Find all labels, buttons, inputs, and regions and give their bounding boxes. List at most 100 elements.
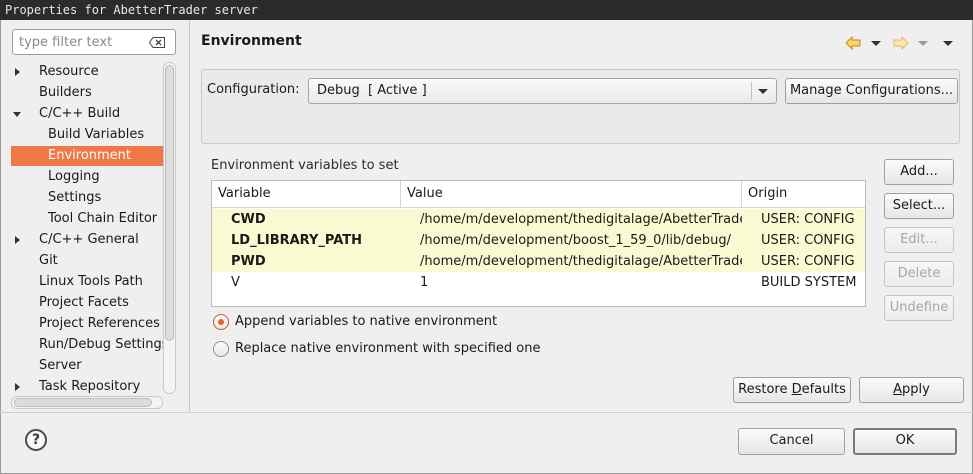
cell-variable: PWD <box>231 254 266 269</box>
restore-label-post: efaults <box>801 382 846 397</box>
append-env-label: Append variables to native environment <box>235 314 498 329</box>
tree-item-label: Task Repository <box>39 379 141 394</box>
tree-item-label: Environment <box>48 148 132 163</box>
cell-value: /home/m/development/thedigitalage/Abette… <box>420 254 742 269</box>
append-env-radio[interactable]: Append variables to native environment <box>213 312 533 332</box>
cell-origin: USER: CONFIG <box>761 212 855 227</box>
tree-item[interactable]: Server <box>11 356 163 376</box>
column-header-origin[interactable]: Origin <box>742 181 865 208</box>
tree-item-label: Build Variables <box>48 127 145 142</box>
help-icon[interactable]: ? <box>25 429 47 451</box>
cell-value: /home/m/development/thedigitalage/Abette… <box>420 212 742 227</box>
tree-item-label: Project References <box>39 316 160 331</box>
delete-button[interactable]: Delete <box>884 261 954 287</box>
variables-section-label: Environment variables to set <box>211 158 399 173</box>
restore-mnemonic: D <box>791 382 802 397</box>
add-button[interactable]: Add... <box>884 159 954 185</box>
undefine-button[interactable]: Undefine <box>884 295 954 321</box>
tree-item-label: Project Facets <box>39 295 129 310</box>
tree-item[interactable]: Build Variables <box>11 125 163 145</box>
tree-item[interactable]: Logging <box>11 167 163 187</box>
tree-item-label: C/C++ Build <box>39 106 121 121</box>
restore-label-pre: Restore <box>738 382 792 397</box>
page-title: Environment <box>201 33 302 49</box>
back-history-dropdown-icon[interactable] <box>870 35 882 51</box>
table-row[interactable]: CWD/home/m/development/thedigitalage/Abe… <box>212 209 865 230</box>
tree-item[interactable]: Git <box>11 251 163 271</box>
table-header: Variable Value Origin <box>212 181 865 208</box>
cell-variable: CWD <box>231 212 266 227</box>
chevron-down-icon <box>758 89 768 94</box>
restore-defaults-button[interactable]: Restore Defaults <box>733 377 851 403</box>
table-row[interactable]: PWD/home/m/development/thedigitalage/Abe… <box>212 251 865 272</box>
filter-box <box>12 29 176 55</box>
cell-origin: USER: CONFIG <box>761 233 855 248</box>
expand-down-icon[interactable] <box>13 112 21 117</box>
clear-filter-icon[interactable] <box>149 37 165 48</box>
tree-item-label: Resource <box>39 64 99 79</box>
tree-item[interactable]: Builders <box>11 83 163 103</box>
table-row[interactable]: V 1 BUILD SYSTEM <box>212 272 865 293</box>
manage-configurations-button[interactable]: Manage Configurations... <box>785 78 958 104</box>
scroll-thumb[interactable] <box>14 398 152 407</box>
forward-history-dropdown-icon[interactable] <box>917 35 929 51</box>
radio-button-unselected[interactable] <box>213 341 229 357</box>
window-title: Properties for AbetterTrader server <box>0 0 973 20</box>
column-header-variable[interactable]: Variable <box>212 181 401 208</box>
expand-right-icon[interactable] <box>15 383 20 391</box>
tree-item[interactable]: Environment <box>11 146 163 166</box>
cell-origin: USER: CONFIG <box>761 254 855 269</box>
ok-button[interactable]: OK <box>853 428 957 455</box>
tree-item[interactable]: Task Repository <box>11 377 163 396</box>
table-row[interactable]: LD_LIBRARY_PATH/home/m/development/boost… <box>212 230 865 251</box>
expand-right-icon[interactable] <box>15 68 20 76</box>
tree-item[interactable]: Resource <box>11 62 163 82</box>
tree-item[interactable]: Run/Debug Settings <box>11 335 163 355</box>
filter-input[interactable] <box>13 30 143 54</box>
tree-item[interactable]: Project References <box>11 314 163 334</box>
cell-value: /home/m/development/boost_1_59_0/lib/deb… <box>420 233 732 248</box>
tree-item[interactable]: Settings <box>11 188 163 208</box>
configuration-select[interactable]: Debug [ Active ] <box>308 78 777 104</box>
tree-item[interactable]: Tool Chain Editor <box>11 209 163 229</box>
radio-button-selected[interactable] <box>213 314 229 330</box>
tree-item-label: Linux Tools Path <box>39 274 143 289</box>
tree-item[interactable]: C/C++ Build <box>11 104 163 124</box>
expand-right-icon[interactable] <box>15 236 20 244</box>
tree-item-label: Git <box>39 253 58 268</box>
tree-item-label: Builders <box>39 85 92 100</box>
cell-value: 1 <box>420 275 429 290</box>
select-button[interactable]: Select... <box>884 193 954 219</box>
tree-item[interactable]: Project Facets <box>11 293 163 313</box>
tree-item-label: C/C++ General <box>39 232 139 247</box>
view-menu-icon[interactable] <box>942 35 954 51</box>
cell-variable: LD_LIBRARY_PATH <box>231 233 363 248</box>
tree-vertical-scrollbar[interactable] <box>163 62 176 394</box>
forward-arrow-icon[interactable] <box>893 35 909 51</box>
cell-variable: V <box>231 275 240 290</box>
scroll-thumb[interactable] <box>165 65 174 341</box>
column-header-value[interactable]: Value <box>401 181 742 208</box>
tree-item-label: Run/Debug Settings <box>39 337 163 352</box>
tree-horizontal-scrollbar[interactable] <box>11 396 163 409</box>
edit-button[interactable]: Edit... <box>884 227 954 253</box>
tree-item-label: Server <box>39 358 82 373</box>
property-tree: Resource Builders C/C++ Build Build Variabl… <box>11 62 163 396</box>
apply-button[interactable]: Apply <box>859 377 964 403</box>
cell-origin: BUILD SYSTEM <box>761 275 857 290</box>
replace-env-label: Replace native environment with specifie… <box>235 341 541 356</box>
tree-item-label: Logging <box>48 169 100 184</box>
pane-divider[interactable] <box>189 20 190 412</box>
tree-item-label: Settings <box>48 190 102 205</box>
configuration-label: Configuration: <box>207 82 300 97</box>
tree-item[interactable]: Linux Tools Path <box>11 272 163 292</box>
configuration-value: Debug [ Active ] <box>317 83 427 98</box>
select-separator <box>751 82 752 100</box>
replace-env-radio[interactable]: Replace native environment with specifie… <box>213 339 573 359</box>
footer-separator <box>0 412 973 413</box>
tree-item-label: Tool Chain Editor <box>48 211 158 226</box>
environment-variables-table: Variable Value Origin CWD/home/m/develop… <box>211 180 866 307</box>
cancel-button[interactable]: Cancel <box>738 428 845 455</box>
back-arrow-icon[interactable] <box>845 35 861 51</box>
tree-item[interactable]: C/C++ General <box>11 230 163 250</box>
